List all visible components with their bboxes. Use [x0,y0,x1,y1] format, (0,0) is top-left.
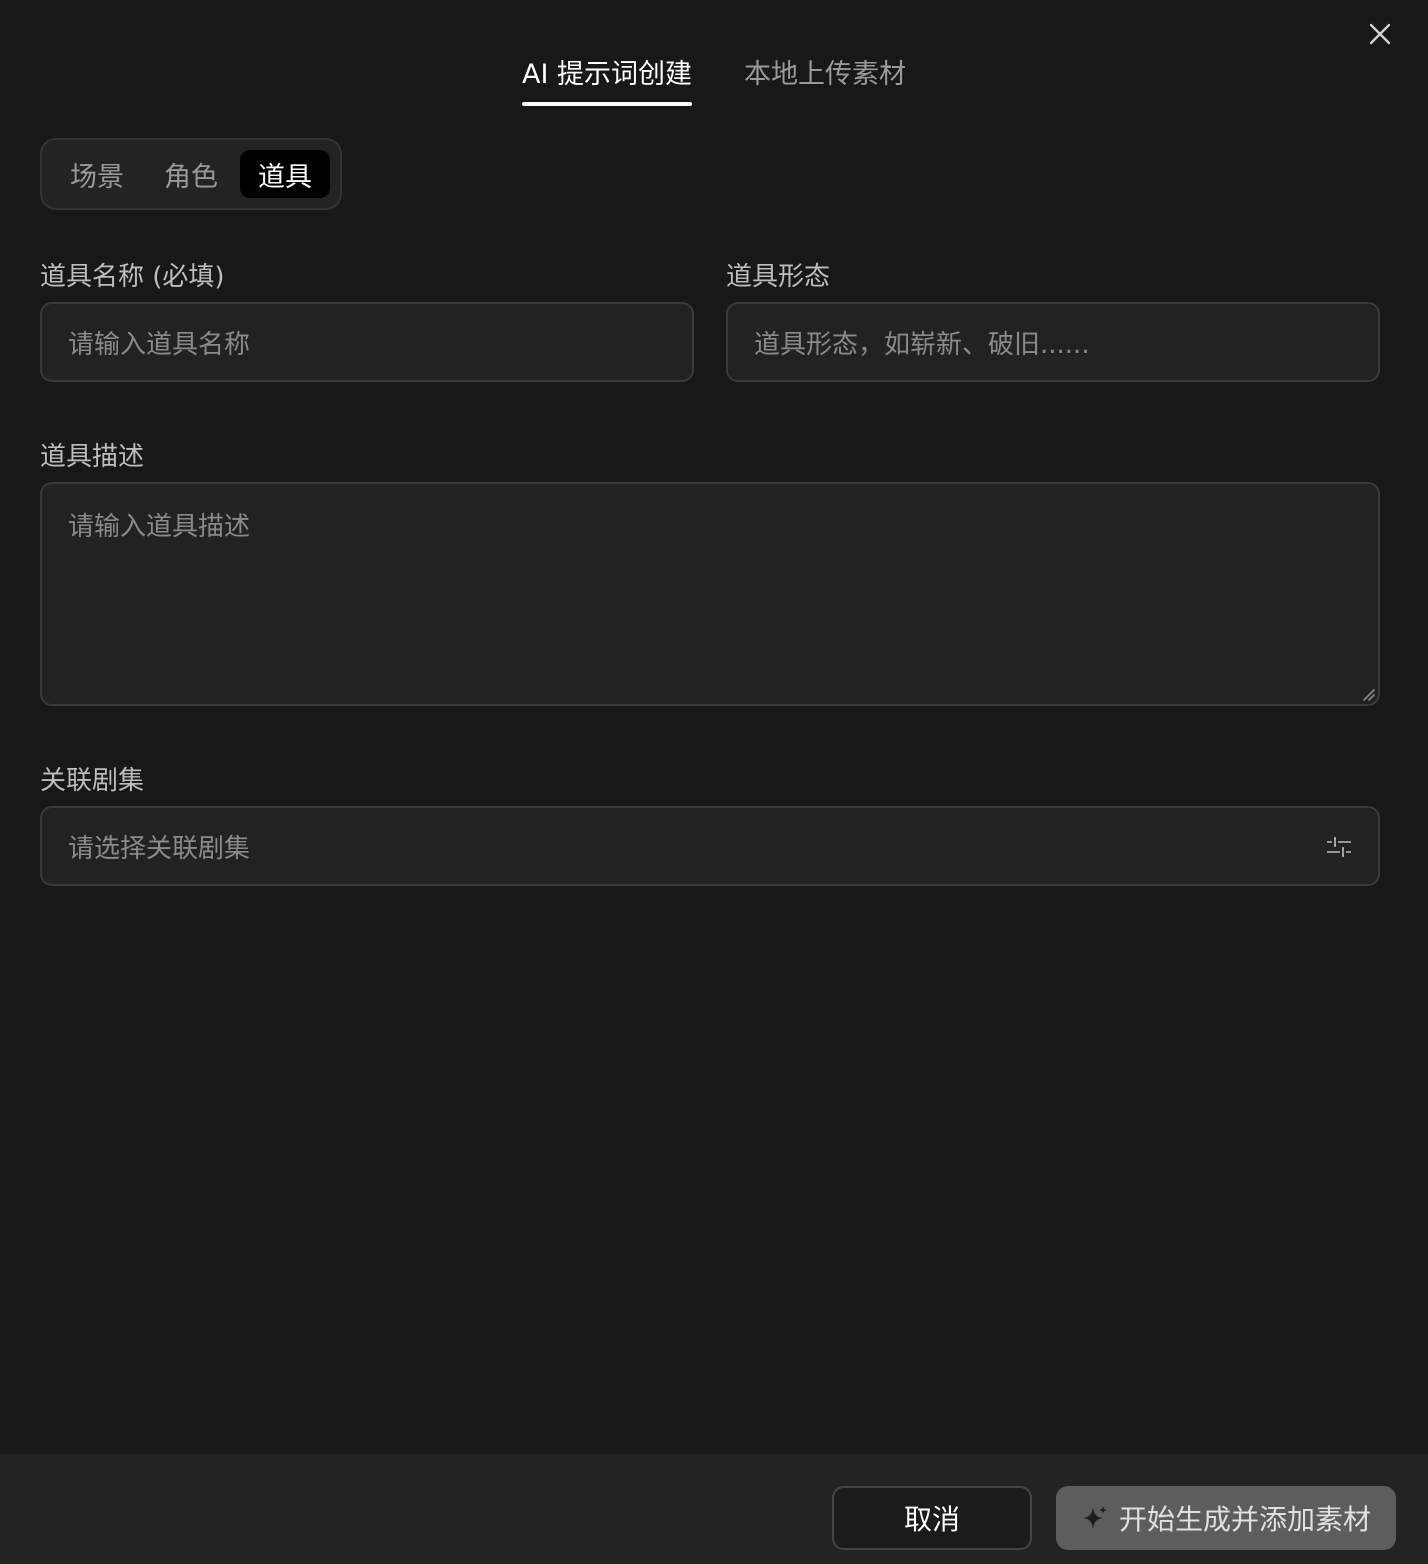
prop-form-input[interactable]: 道具形态，如崭新、破旧...... [726,302,1380,382]
generate-button-label: 开始生成并添加素材 [1118,1503,1371,1536]
tab-ai-prompt-create[interactable]: AI 提示词创建 [521,48,693,108]
close-button[interactable] [1364,18,1396,50]
segment-prop[interactable]: 道具 [240,150,330,198]
sliders-icon[interactable] [1326,834,1352,860]
prop-description-placeholder: 请输入道具描述 [68,512,251,542]
prop-description-label: 道具描述 [40,442,145,472]
prop-name-placeholder: 请输入道具名称 [68,329,251,360]
prop-description-textarea[interactable]: 请输入道具描述 [40,482,1380,706]
prop-form-label: 道具形态 [726,262,831,292]
prop-form-placeholder: 道具形态，如崭新、破旧...... [754,329,1090,360]
prop-name-label: 道具名称 (必填) [40,262,225,292]
segment-scene[interactable]: 场景 [52,150,142,198]
segment-character[interactable]: 角色 [146,150,236,198]
episodes-placeholder: 请选择关联剧集 [68,833,251,864]
prop-name-input[interactable]: 请输入道具名称 [40,302,694,382]
resize-handle-icon[interactable] [1360,686,1376,702]
episodes-label: 关联剧集 [40,766,145,796]
create-asset-dialog: AI 提示词创建 本地上传素材 场景 角色 道具 道具名称 (必填) 请输入道具… [0,0,1428,1564]
asset-type-segmented-control: 场景 角色 道具 [40,138,342,210]
close-icon [1369,23,1391,45]
mode-tabs: AI 提示词创建 本地上传素材 [0,48,1428,108]
cancel-button[interactable]: 取消 [832,1486,1032,1550]
episodes-select[interactable]: 请选择关联剧集 [40,806,1380,886]
generate-and-add-button[interactable]: 开始生成并添加素材 [1056,1486,1396,1550]
tab-local-upload[interactable]: 本地上传素材 [744,48,906,108]
dialog-footer: 取消 开始生成并添加素材 [0,1454,1428,1564]
sparkle-icon [1082,1506,1107,1529]
